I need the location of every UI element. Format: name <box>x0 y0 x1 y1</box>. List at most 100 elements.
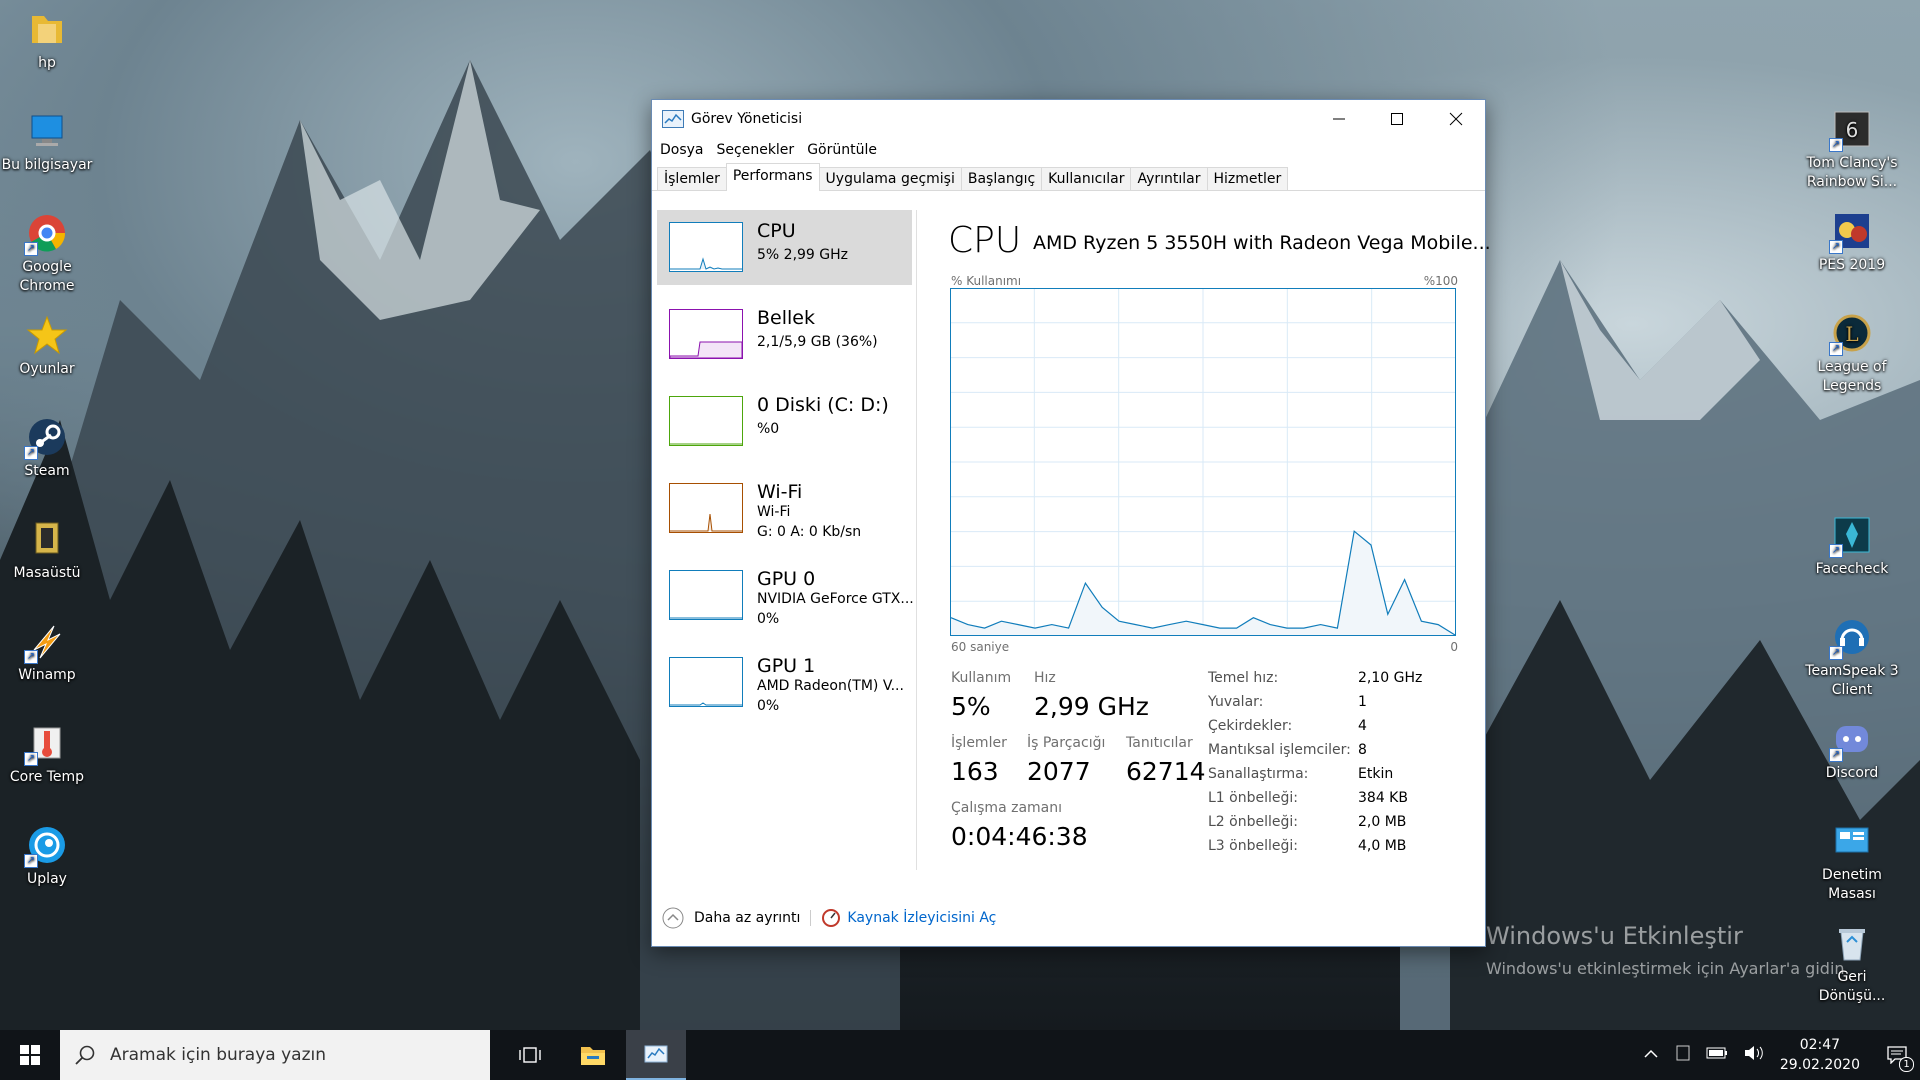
tray-app-button[interactable] <box>1676 1045 1690 1065</box>
title-bar[interactable]: Görev Yöneticisi <box>652 100 1485 138</box>
desktop-icon-hp[interactable]: hp <box>0 8 97 73</box>
close-button[interactable] <box>1427 100 1485 138</box>
window-title: Görev Yöneticisi <box>691 111 803 127</box>
desktop-icon-uplay[interactable]: ↗ Uplay <box>0 824 97 889</box>
processes-label: İşlemler <box>951 735 1007 751</box>
perf-item-name: GPU 0 <box>757 568 816 590</box>
spec-key: Yuvalar: <box>1208 694 1264 710</box>
desktop-icon-oyunlar[interactable]: Oyunlar <box>0 314 97 379</box>
tab-users[interactable]: Kullanıcılar <box>1041 167 1132 190</box>
tab-strip: İşlemler Performans Uygulama geçmişi Baş… <box>652 162 1485 191</box>
clock-time: 02:47 <box>1799 1037 1841 1053</box>
speed-label: Hız <box>1034 670 1056 686</box>
battery-button[interactable] <box>1706 1047 1728 1063</box>
perf-item-gpu0[interactable]: GPU 0 NVIDIA GeForce GTX... 0% <box>657 558 914 633</box>
control-panel-icon <box>1835 827 1869 853</box>
handles-label: Tanıtıcılar <box>1126 735 1193 751</box>
menu-view[interactable]: Görüntüle <box>807 142 877 158</box>
tab-startup[interactable]: Başlangıç <box>960 167 1043 190</box>
perf-item-gpu1[interactable]: GPU 1 AMD Radeon(TM) V... 0% <box>657 645 912 720</box>
perf-item-wifi[interactable]: Wi-Fi Wi-Fi G: 0 A: 0 Kb/sn <box>657 471 912 546</box>
shortcut-arrow-icon: ↗ <box>24 650 38 664</box>
perf-item-name: CPU <box>757 220 796 242</box>
gpu1-thumbnail <box>669 657 743 707</box>
task-manager-window[interactable]: Görev Yöneticisi Dosya Seçenekler Görünt… <box>651 99 1491 947</box>
desktop-icon-discord[interactable]: ↗ Discord <box>1802 718 1902 783</box>
file-explorer-icon <box>581 1047 605 1065</box>
perf-item-detail-2: G: 0 A: 0 Kb/sn <box>757 524 862 540</box>
taskbar-search-box[interactable]: Aramak için buraya yazın <box>60 1030 490 1080</box>
tab-services[interactable]: Hizmetler <box>1206 167 1289 190</box>
desktop-icon-steam[interactable]: ↗ Steam <box>0 416 97 481</box>
chevron-up-circle-icon <box>662 907 684 929</box>
task-manager-taskbar-button[interactable] <box>626 1030 686 1080</box>
shortcut-arrow-icon: ↗ <box>24 752 38 766</box>
processes-value: 163 <box>951 757 999 786</box>
shortcut-arrow-icon: ↗ <box>1829 748 1843 762</box>
desktop-icon-pes[interactable]: ↗ PES 2019 <box>1802 210 1902 275</box>
volume-button[interactable] <box>1744 1045 1764 1065</box>
desktop-icon-teamspeak[interactable]: ↗ TeamSpeak 3 Client <box>1802 616 1902 700</box>
desktop-icon-this-pc[interactable]: Bu bilgisayar <box>0 110 97 175</box>
shortcut-arrow-icon: ↗ <box>1829 544 1843 558</box>
usage-value: 5% <box>951 692 991 721</box>
desktop-icon-league[interactable]: L ↗ League of Legends <box>1802 312 1902 396</box>
open-resource-monitor-label: Kaynak İzleyicisini Aç <box>847 910 997 926</box>
spec-value: 8 <box>1358 742 1367 758</box>
shortcut-arrow-icon: ↗ <box>1829 240 1843 254</box>
graph-label-right: %100 <box>1423 274 1458 288</box>
file-explorer-taskbar-button[interactable] <box>563 1030 623 1080</box>
perf-item-name: 0 Diski (C: D:) <box>757 394 889 416</box>
svg-text:6: 6 <box>1846 118 1859 142</box>
detail-heading: CPU <box>948 220 1022 261</box>
perf-item-detail-2: 0% <box>757 611 780 627</box>
tab-processes[interactable]: İşlemler <box>657 167 727 190</box>
activation-watermark-title: Windows'u Etkinleştir <box>1486 922 1743 950</box>
perf-item-detail-2: 0% <box>757 698 780 714</box>
menu-file[interactable]: Dosya <box>660 142 704 158</box>
tab-app-history[interactable]: Uygulama geçmişi <box>818 167 962 190</box>
disk-thumbnail <box>669 396 743 446</box>
task-manager-icon <box>644 1045 668 1063</box>
graph-footer-left: 60 saniye <box>951 640 1010 654</box>
tab-details[interactable]: Ayrıntılar <box>1130 167 1208 190</box>
search-icon <box>75 1045 95 1065</box>
desktop-icon-core-temp[interactable]: ↗ Core Temp <box>0 722 97 787</box>
perf-item-detail: AMD Radeon(TM) V... <box>757 678 904 694</box>
speed-value: 2,99 GHz <box>1034 692 1149 721</box>
action-center-button[interactable]: 1 <box>1874 1030 1920 1080</box>
minimize-button[interactable] <box>1310 100 1368 138</box>
desktop-icon-control-panel[interactable]: Denetim Masası <box>1802 820 1902 904</box>
desktop-icon-chrome[interactable]: ↗ Google Chrome <box>0 212 97 296</box>
desktop-icon-masaustu[interactable]: Masaüstü <box>0 518 97 583</box>
star-icon <box>26 315 68 355</box>
spec-value: 4,0 MB <box>1358 838 1407 854</box>
start-button[interactable] <box>0 1030 60 1080</box>
perf-item-name: Bellek <box>757 307 815 329</box>
show-hidden-icons-button[interactable] <box>1644 1048 1658 1063</box>
spec-value: 4 <box>1358 718 1367 734</box>
desktop-icon-facecheck[interactable]: ↗ Facecheck <box>1802 514 1902 579</box>
close-icon <box>1449 112 1463 126</box>
tab-performance[interactable]: Performans <box>725 163 820 191</box>
memory-thumbnail <box>669 309 743 359</box>
maximize-button[interactable] <box>1368 100 1426 138</box>
open-resource-monitor-link[interactable]: Kaynak İzleyicisini Aç <box>821 908 996 928</box>
shortcut-arrow-icon: ↗ <box>24 854 38 868</box>
perf-item-memory[interactable]: Bellek 2,1/5,9 GB (36%) <box>657 297 912 372</box>
desktop-icon-winamp[interactable]: ↗ Winamp <box>0 620 97 685</box>
menu-options[interactable]: Seçenekler <box>717 142 795 158</box>
fewer-details-button[interactable]: Daha az ayrıntı <box>662 907 800 929</box>
shortcut-arrow-icon: ↗ <box>1829 342 1843 356</box>
pane-divider[interactable] <box>916 210 917 870</box>
gpu0-thumbnail <box>669 570 743 620</box>
desktop-icon-rainbow-six[interactable]: 6 ↗ Tom Clancy's Rainbow Si... <box>1802 108 1902 192</box>
activation-watermark-subtitle: Windows'u etkinleştirmek için Ayarlar'a … <box>1486 959 1850 978</box>
perf-item-name: GPU 1 <box>757 655 816 677</box>
recycle-bin-icon <box>1839 929 1865 961</box>
task-view-button[interactable] <box>500 1030 560 1080</box>
perf-item-cpu[interactable]: CPU 5% 2,99 GHz <box>657 210 912 285</box>
clock[interactable]: 02:47 29.02.2020 <box>1780 1035 1860 1075</box>
perf-item-disk[interactable]: 0 Diski (C: D:) %0 <box>657 384 912 459</box>
task-view-icon <box>519 1047 541 1063</box>
